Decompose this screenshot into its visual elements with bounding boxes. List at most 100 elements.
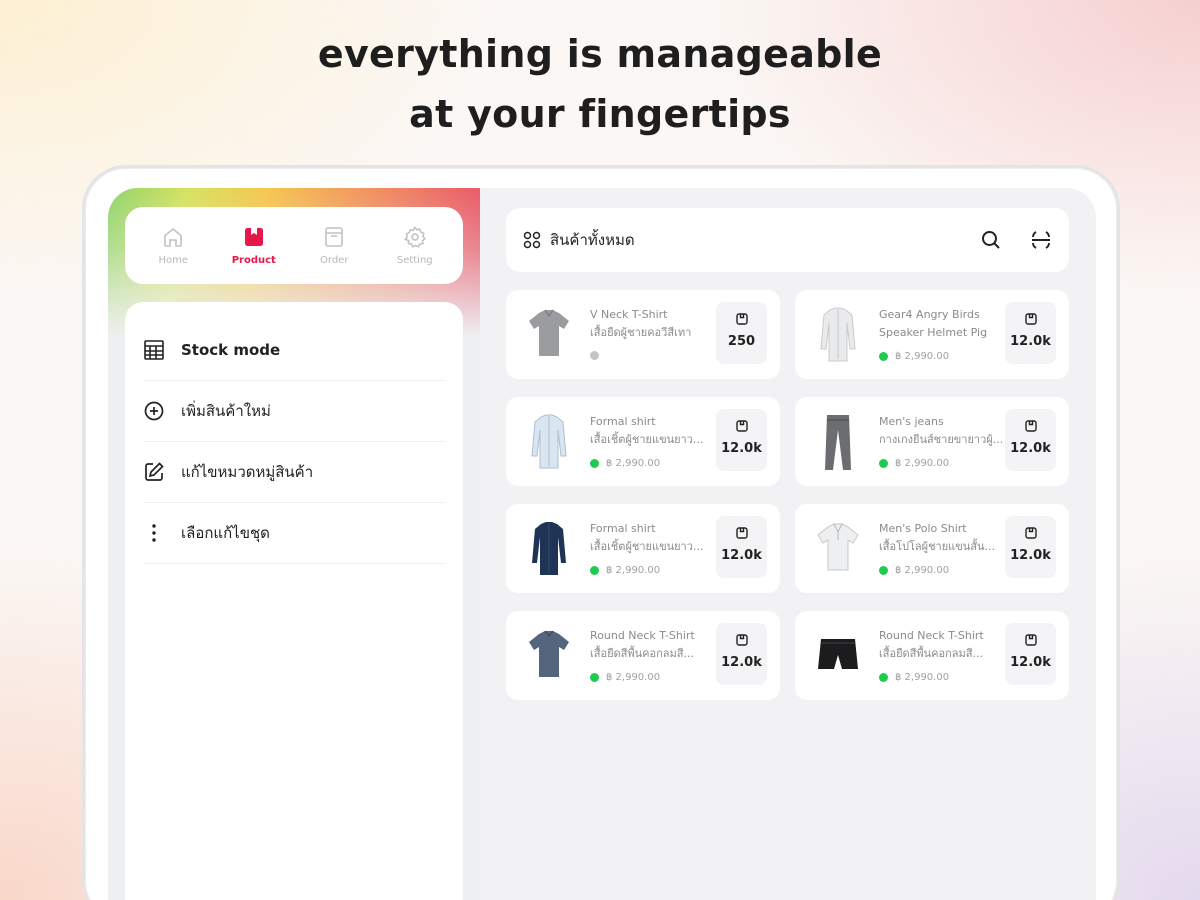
menu-item-label: Stock mode bbox=[181, 341, 281, 359]
order-icon bbox=[325, 227, 344, 247]
stock-count: 12.0k bbox=[1010, 441, 1051, 456]
box-icon bbox=[1024, 420, 1037, 432]
headline-line-1: everything is manageable bbox=[317, 32, 883, 76]
menu-item-batch-edit[interactable]: เลือกแก้ไขชุด bbox=[143, 503, 445, 564]
product-name-line-2: เสื้อยืดสีพื้นคอกลมสี... bbox=[590, 647, 694, 660]
more-vertical-icon bbox=[152, 524, 156, 542]
product-name-line-1: Formal shirt bbox=[590, 415, 656, 428]
box-icon bbox=[1024, 527, 1037, 539]
tab-setting[interactable]: Setting bbox=[380, 225, 450, 266]
product-name: Men's Polo Shirt เสื้อโปโลผู้ชายแขนสั้น.… bbox=[879, 520, 1009, 556]
product-name-line-2: เสื้อยืดผู้ชายคอวีสีเทา bbox=[590, 326, 692, 339]
product-image bbox=[531, 414, 567, 469]
product-card-8[interactable]: Round Neck T-Shirt เสื้อยืดสีพื้นคอกลมสี… bbox=[795, 611, 1069, 700]
headline: everything is manageable at your fingert… bbox=[0, 24, 1200, 144]
status-dot bbox=[590, 459, 599, 468]
product-card-2[interactable]: Gear4 Angry Birds Speaker Helmet Pig ฿ 2… bbox=[795, 290, 1069, 379]
stock-badge: 12.0k bbox=[716, 623, 767, 685]
product-list-title: สินค้าทั้งหมด bbox=[550, 231, 635, 249]
product-card-1[interactable]: V Neck T-Shirt เสื้อยืดผู้ชายคอวีสีเทา 2… bbox=[506, 290, 780, 379]
box-icon bbox=[1024, 313, 1037, 325]
plus-circle-icon bbox=[144, 401, 164, 421]
product-price: ฿ 2,990.00 bbox=[606, 672, 661, 683]
stock-count: 12.0k bbox=[721, 441, 762, 456]
tab-home[interactable]: Home bbox=[138, 225, 208, 266]
stock-badge: 12.0k bbox=[1005, 409, 1056, 471]
status-dot bbox=[879, 566, 888, 575]
product-name: V Neck T-Shirt เสื้อยืดผู้ชายคอวีสีเทา bbox=[590, 306, 720, 342]
scan-icon[interactable] bbox=[1029, 228, 1053, 252]
product-price-row: ฿ 2,990.00 bbox=[590, 672, 660, 683]
tab-order-label: Order bbox=[320, 255, 349, 266]
product-price-row: ฿ 2,990.00 bbox=[879, 565, 949, 576]
stock-badge: 12.0k bbox=[716, 409, 767, 471]
product-name: Formal shirt เสื้อเชิ้ตผู้ชายแขนยาว... bbox=[590, 520, 720, 556]
box-icon bbox=[735, 527, 748, 539]
menu-item-label: แก้ไขหมวดหมู่สินค้า bbox=[181, 463, 314, 481]
menu-item-add-product[interactable]: เพิ่มสินค้าใหม่ bbox=[143, 381, 445, 442]
product-name-line-2: เสื้อเชิ้ตผู้ชายแขนยาว... bbox=[590, 433, 704, 446]
product-card-7[interactable]: Round Neck T-Shirt เสื้อยืดสีพื้นคอกลมสี… bbox=[506, 611, 780, 700]
product-topbar: สินค้าทั้งหมด bbox=[506, 208, 1069, 272]
tab-home-label: Home bbox=[158, 255, 189, 266]
product-name-line-2: เสื้อยืดสีพื้นคอกลมสี... bbox=[879, 647, 983, 660]
product-price-row: ฿ 2,990.00 bbox=[879, 458, 949, 469]
menu-item-stock-mode[interactable]: Stock mode bbox=[143, 320, 445, 381]
status-dot bbox=[879, 352, 888, 361]
product-card-5[interactable]: Formal shirt เสื้อเชิ้ตผู้ชายแขนยาว... ฿… bbox=[506, 504, 780, 593]
status-dot bbox=[590, 351, 599, 360]
stock-count: 250 bbox=[727, 334, 756, 349]
headline-line-2: at your fingertips bbox=[409, 92, 791, 136]
product-name: Round Neck T-Shirt เสื้อยืดสีพื้นคอกลมสี… bbox=[879, 627, 1009, 663]
product-name: Formal shirt เสื้อเชิ้ตผู้ชายแขนยาว... bbox=[590, 413, 720, 449]
product-price: ฿ 2,990.00 bbox=[895, 458, 950, 469]
status-dot bbox=[590, 566, 599, 575]
stock-count: 12.0k bbox=[1010, 334, 1051, 349]
product-name-line-2: เสื้อโปโลผู้ชายแขนสั้น... bbox=[879, 540, 996, 553]
edit-icon bbox=[145, 462, 164, 481]
product-name: Gear4 Angry Birds Speaker Helmet Pig bbox=[879, 306, 1009, 342]
box-icon bbox=[735, 634, 748, 646]
box-icon bbox=[735, 313, 748, 325]
search-icon[interactable] bbox=[979, 228, 1003, 252]
product-price: ฿ 2,990.00 bbox=[895, 351, 950, 362]
product-grid: V Neck T-Shirt เสื้อยืดผู้ชายคอวีสีเทา 2… bbox=[506, 290, 1069, 700]
product-name: Round Neck T-Shirt เสื้อยืดสีพื้นคอกลมสี… bbox=[590, 627, 720, 663]
product-price: ฿ 2,990.00 bbox=[895, 565, 950, 576]
app-screen: Home Product Order Setting Stock mode เพ… bbox=[108, 188, 1096, 900]
product-image bbox=[825, 415, 851, 470]
product-card-3[interactable]: Formal shirt เสื้อเชิ้ตผู้ชายแขนยาว... ฿… bbox=[506, 397, 780, 486]
product-card-4[interactable]: Men's jeans กางเกงยีนส์ชายขายาวผู้... ฿ … bbox=[795, 397, 1069, 486]
menu-item-edit-category[interactable]: แก้ไขหมวดหมู่สินค้า bbox=[143, 442, 445, 503]
product-icon bbox=[244, 228, 263, 246]
stock-badge: 12.0k bbox=[716, 516, 767, 578]
product-name-line-1: Round Neck T-Shirt bbox=[879, 629, 984, 642]
stock-count: 12.0k bbox=[1010, 548, 1051, 563]
box-icon bbox=[735, 420, 748, 432]
product-image bbox=[818, 639, 858, 669]
product-image bbox=[820, 307, 856, 362]
menu-card: Stock mode เพิ่มสินค้าใหม่ แก้ไขหมวดหมู่… bbox=[125, 302, 463, 900]
product-price: ฿ 2,990.00 bbox=[606, 458, 661, 469]
product-card-6[interactable]: Men's Polo Shirt เสื้อโปโลผู้ชายแขนสั้น.… bbox=[795, 504, 1069, 593]
left-pane: Home Product Order Setting Stock mode เพ… bbox=[108, 188, 480, 900]
product-price-row: ฿ 2,990.00 bbox=[590, 565, 660, 576]
tab-bar: Home Product Order Setting bbox=[125, 207, 463, 284]
product-price: ฿ 2,990.00 bbox=[606, 565, 661, 576]
product-name-line-1: V Neck T-Shirt bbox=[590, 308, 668, 321]
stock-count: 12.0k bbox=[721, 548, 762, 563]
status-dot bbox=[879, 459, 888, 468]
tab-product[interactable]: Product bbox=[219, 225, 289, 266]
product-name-line-2: Speaker Helmet Pig bbox=[879, 326, 988, 339]
menu-item-label: เลือกแก้ไขชุด bbox=[181, 524, 270, 542]
product-name-line-1: Round Neck T-Shirt bbox=[590, 629, 695, 642]
status-dot bbox=[879, 673, 888, 682]
tab-order[interactable]: Order bbox=[299, 225, 369, 266]
product-name-line-1: Gear4 Angry Birds bbox=[879, 308, 980, 321]
product-price-row bbox=[590, 351, 606, 360]
product-image bbox=[529, 630, 569, 677]
product-image bbox=[529, 309, 569, 356]
product-price: ฿ 2,990.00 bbox=[895, 672, 950, 683]
product-name-line-1: Formal shirt bbox=[590, 522, 656, 535]
box-icon bbox=[1024, 634, 1037, 646]
